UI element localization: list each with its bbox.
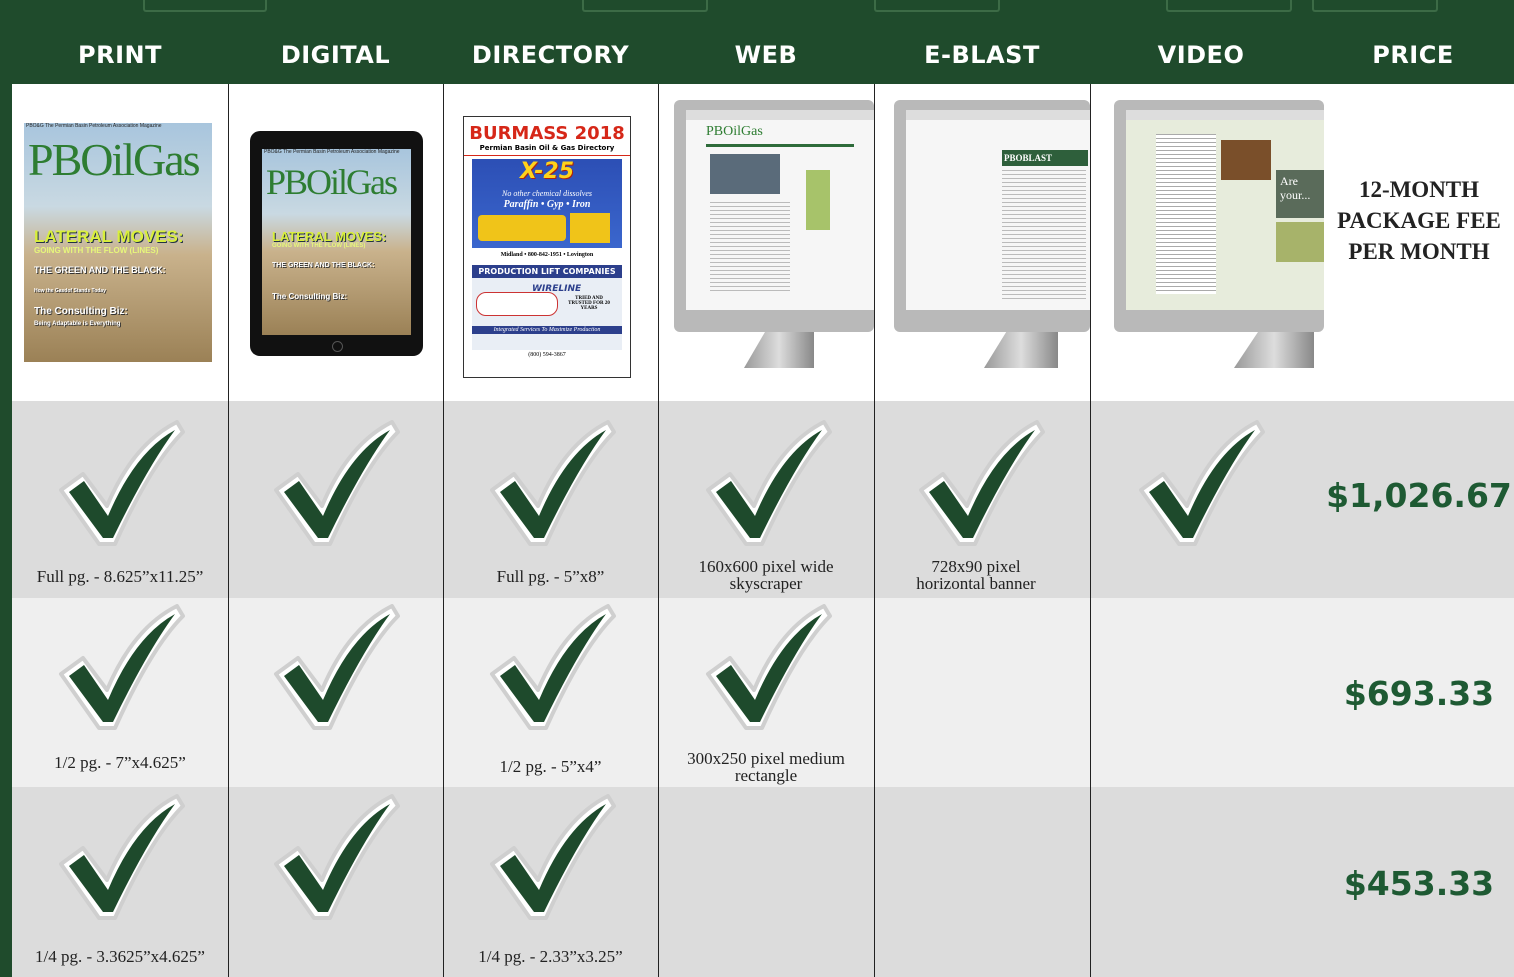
magazine-headline: LATERAL MOVES: [34,227,184,246]
price-full: $1,026.67 [1326,476,1512,515]
caption-print-full: Full pg. - 8.625”x11.25” [36,567,204,586]
magazine-story-2: THE GREEN AND THE BLACK: [34,265,166,275]
web-monitor: PBOilGas [674,100,874,370]
column-divider [658,84,659,977]
column-divider [1090,84,1091,977]
check-icon [1139,420,1265,546]
digital-tablet: PBO&G The Permian Basin Petroleum Associ… [250,131,423,356]
directory-title: BURMASS 2018 [469,123,625,144]
header-eblast: E-BLAST [924,41,1040,69]
pricing-grid: PBO&G The Permian Basin Petroleum Associ… [12,84,1514,977]
header-price: PRICE [1372,41,1454,69]
check-icon [274,604,400,730]
check-icon [706,420,832,546]
check-icon [274,794,400,920]
header-digital: DIGITAL [280,41,391,69]
header-web: WEB [734,41,798,69]
check-icon [919,420,1045,546]
check-icon [490,420,616,546]
package-row-quarter [12,787,1514,977]
caption-eblast-banner: 728x90 pixel horizontal banner [916,557,1036,593]
check-icon [274,420,400,546]
production-lift-title: PRODUCTION LIFT COMPANIES [472,265,622,278]
print-magazine-cover: PBO&G The Permian Basin Petroleum Associ… [24,123,212,362]
eblast-monitor: PBOBLAST [894,100,1090,370]
caption-directory-quarter: 1/4 pg. - 2.33”x3.25” [478,947,623,966]
check-icon [490,604,616,730]
magazine-logo: PBOilGas [28,134,201,185]
column-header-row: PRINT DIGITAL DIRECTORY WEB E-BLAST VIDE… [0,26,1514,84]
header-directory: DIRECTORY [471,41,630,69]
caption-directory-half: 1/2 pg. - 5”x4” [499,757,602,776]
check-icon [490,794,616,920]
magazine-subhead: GOING WITH THE FLOW (LINES) [34,246,159,255]
directory-subtitle: Permian Basin Oil & Gas Directory [479,144,615,152]
check-icon [706,604,832,730]
digital-magazine-cover: PBO&G The Permian Basin Petroleum Associ… [262,149,411,335]
video-screen: Are your... [1126,110,1324,310]
caption-print-half: 1/2 pg. - 7”x4.625” [54,753,186,772]
caption-directory-full: Full pg. - 5”x8” [496,567,605,586]
caption-web-skyscraper: 160x600 pixel wide skyscraper [698,557,834,593]
eblast-screen: PBOBLAST [906,110,1090,310]
caption-web-rectangle: 300x250 pixel medium rectangle [687,749,845,785]
check-icon [59,604,185,730]
header-video: VIDEO [1157,41,1245,69]
header-print: PRINT [78,41,162,69]
price-quarter: $453.33 [1343,864,1495,903]
caption-print-quarter: 1/4 pg. - 3.3625”x4.625” [35,947,205,966]
web-screen: PBOilGas [686,110,874,310]
magazine-story-3-sub: Being Adaptable is Everything [34,321,121,327]
magazine-story-3: The Consulting Biz: [34,306,128,317]
column-divider [228,84,229,977]
x25-ad: X-25 No other chemical dissolves Paraffi… [472,159,622,262]
check-icon [59,420,185,546]
magazine-story-2-sub: How the Gasdof Stands Today [34,288,106,294]
column-divider [443,84,444,977]
production-lift-ad: WIRELINE TRIED AND TRUSTED FOR 20 YEARS … [472,278,622,350]
magazine-topline: PBO&G The Permian Basin Petroleum Associ… [26,123,162,129]
package-fee-label: 12-MONTH PACKAGE FEE PER MONTH [1337,177,1501,264]
home-button-icon [332,341,343,352]
decorative-tab-strip [0,0,1514,14]
check-icon [59,794,185,920]
video-monitor: Are your... [1114,100,1324,370]
price-half: $693.33 [1343,674,1495,713]
column-divider [874,84,875,977]
directory-page: BURMASS 2018 Permian Basin Oil & Gas Dir… [463,116,631,378]
pricing-table-page: PRINT DIGITAL DIRECTORY WEB E-BLAST VIDE… [0,0,1514,977]
